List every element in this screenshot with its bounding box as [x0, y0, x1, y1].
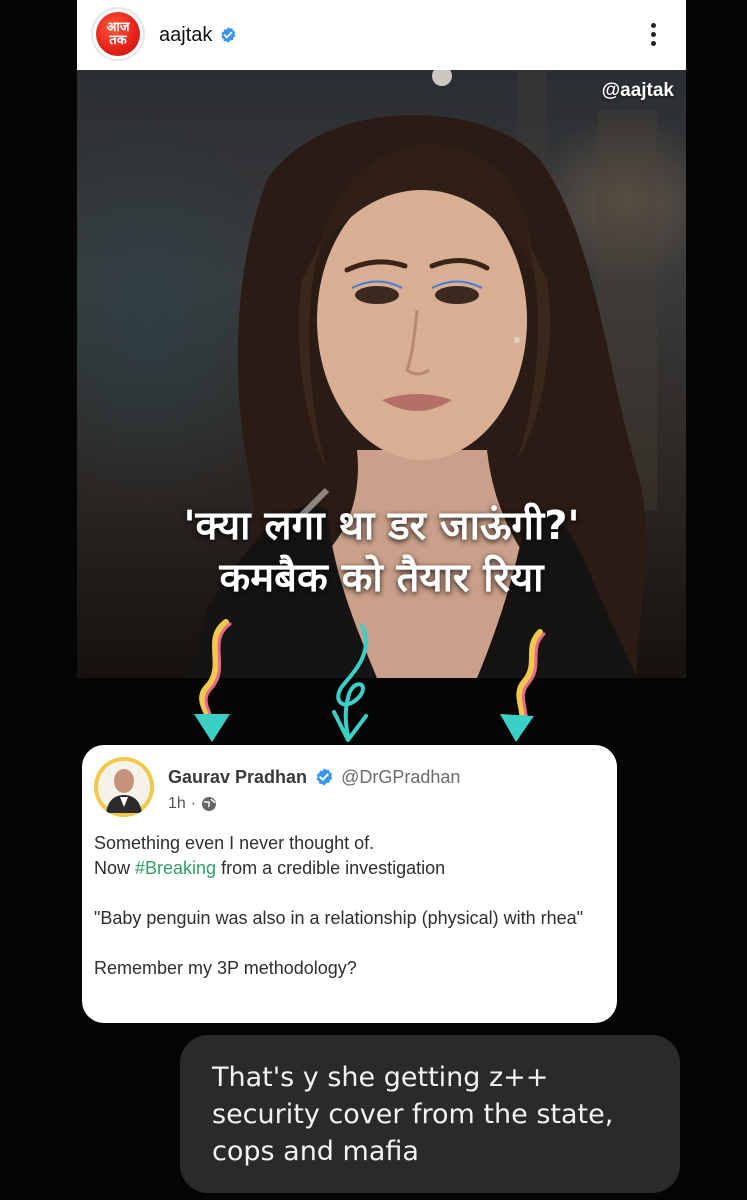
tweet-timestamp: 1h [168, 795, 186, 812]
tweet-closing: Remember my 3P methodology? [94, 958, 357, 978]
avatar-portrait [94, 757, 154, 817]
account-handle[interactable]: aajtak [159, 24, 212, 47]
logo-text: आज तक [106, 20, 130, 48]
more-options-icon[interactable] [644, 18, 662, 50]
post-header: आज तक aajtak [77, 0, 686, 70]
watermark: @aajtak [601, 80, 674, 101]
tweet-text-prefix: Now [94, 858, 136, 878]
instagram-post: आज तक aajtak @aajtak 'क्या लगा था डर जाऊ… [77, 0, 686, 678]
reply-message-text: That's y she getting z++ security cover … [212, 1062, 614, 1167]
reply-message-bubble[interactable]: That's y she getting z++ security cover … [180, 1035, 680, 1193]
headline-line-2: कमबैक को तैयार रिया [219, 555, 544, 601]
tweet-line: Now #Breaking from a credible investigat… [94, 856, 604, 881]
tweet-author-name[interactable]: Gaurav Pradhan [168, 767, 307, 788]
post-headline: 'क्या लगा था डर जाऊंगी?' कमबैक को तैयार … [77, 500, 686, 604]
account-row: aajtak [159, 22, 237, 48]
menu-dot [650, 31, 656, 37]
right-arrow-icon [500, 629, 546, 742]
hashtag-link[interactable]: #Breaking [135, 858, 216, 878]
tweet-text: Something even I never thought of. Now #… [94, 831, 604, 981]
verified-badge-icon [316, 768, 333, 786]
aajtak-logo-avatar[interactable]: आज तक [93, 9, 143, 59]
tweet-text-suffix: from a credible investigation [216, 858, 446, 878]
meta-separator: · [190, 795, 197, 812]
post-photo[interactable]: @aajtak 'क्या लगा था डर जाऊंगी?' कमबैक क… [77, 70, 686, 678]
headline-line-1: 'क्या लगा था डर जाऊंगी?' [183, 503, 580, 549]
globe-icon [202, 797, 217, 811]
left-arrow-icon [194, 619, 232, 742]
tweet-author-avatar[interactable] [94, 757, 154, 817]
tweet-line: Something even I never thought of. [94, 833, 375, 853]
tweet-author-handle[interactable]: @DrGPradhan [341, 767, 460, 788]
tweet-card: Gaurav Pradhan @DrGPradhan 1h · Somethin… [82, 745, 617, 1023]
tweet-meta: 1h · [168, 793, 217, 815]
tweet-quote: "Baby penguin was also in a relationship… [94, 908, 584, 928]
tweet-author-row: Gaurav Pradhan @DrGPradhan [168, 765, 460, 789]
verified-badge-icon [221, 27, 236, 43]
center-arrow-icon [332, 624, 368, 742]
menu-dot [650, 22, 656, 28]
menu-dot [650, 40, 656, 46]
